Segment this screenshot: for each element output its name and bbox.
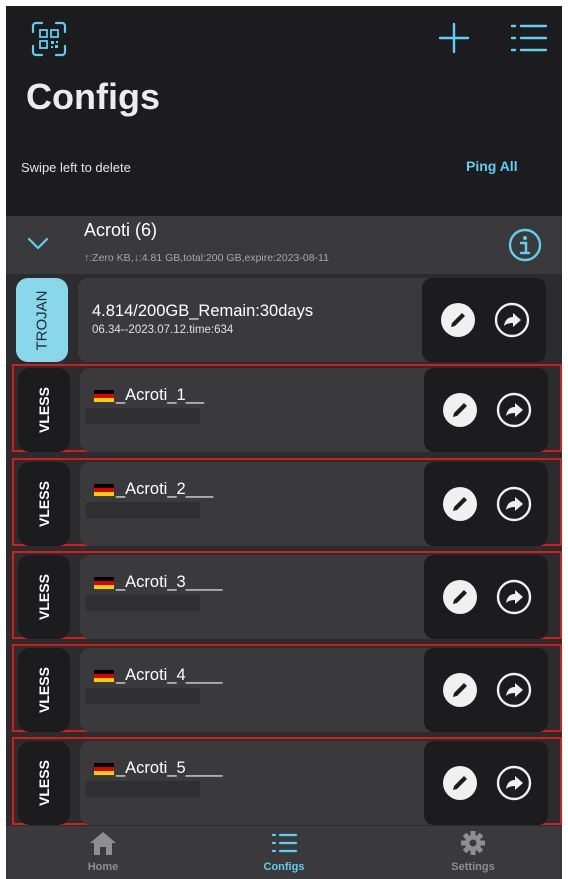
- tab-home[interactable]: Home: [28, 826, 178, 879]
- share-button[interactable]: [496, 672, 532, 708]
- tab-settings[interactable]: Settings: [398, 826, 548, 879]
- edit-button[interactable]: [442, 765, 478, 801]
- protocol-tag: VLESS: [18, 368, 70, 452]
- protocol-tag: VLESS: [18, 462, 70, 546]
- tab-label: Home: [87, 861, 119, 873]
- config-name-text: _Acroti_5____: [116, 759, 223, 777]
- protocol-label: VLESS: [36, 481, 52, 527]
- redacted-detail: [86, 688, 200, 704]
- share-button[interactable]: [496, 579, 532, 615]
- config-row[interactable]: VLESS _Acroti_1__: [12, 364, 562, 452]
- redacted-detail: [86, 502, 200, 518]
- config-name-text: _Acroti_4____: [116, 666, 223, 684]
- redacted-detail: [86, 781, 200, 797]
- config-name: _Acroti_4____: [94, 666, 222, 685]
- protocol-tag: VLESS: [18, 741, 70, 825]
- redacted-detail: [86, 595, 200, 611]
- config-name: 4.814/200GB_Remain:30days: [92, 302, 314, 320]
- tab-label: Configs: [263, 861, 305, 873]
- group-stats: ↑:Zero KB,↓:4.81 GB,total:200 GB,expire:…: [84, 252, 329, 264]
- tab-bar: Home Configs Settings: [6, 826, 562, 879]
- config-row[interactable]: VLESS _Acroti_5____: [12, 737, 562, 825]
- list-icon: [271, 833, 298, 853]
- protocol-label: VLESS: [36, 387, 52, 433]
- protocol-tag: VLESS: [18, 648, 70, 732]
- config-name: _Acroti_1__: [94, 386, 204, 405]
- header: Configs Swipe left to delete Ping All: [6, 6, 562, 216]
- protocol-label: VLESS: [36, 760, 52, 806]
- germany-flag-icon: [94, 483, 114, 496]
- protocol-label: VLESS: [36, 667, 52, 713]
- tab-configs[interactable]: Configs: [209, 826, 359, 879]
- menu-list-icon[interactable]: [510, 20, 548, 56]
- config-name: _Acroti_3____: [94, 573, 222, 592]
- protocol-label: TROJAN: [33, 290, 51, 350]
- share-button[interactable]: [496, 486, 532, 522]
- config-name-text: _Acroti_1__: [116, 386, 205, 404]
- config-row[interactable]: VLESS _Acroti_2___: [12, 458, 562, 546]
- config-row[interactable]: VLESS _Acroti_4____: [12, 644, 562, 732]
- share-button[interactable]: [496, 765, 532, 801]
- edit-button[interactable]: [442, 486, 478, 522]
- germany-flag-icon: [94, 576, 114, 589]
- protocol-tag: TROJAN: [16, 278, 68, 362]
- info-icon[interactable]: [508, 228, 542, 262]
- config-detail: 06.34--2023.07.12.time:634: [92, 324, 234, 336]
- edit-button[interactable]: [442, 579, 478, 615]
- config-name-text: _Acroti_2___: [116, 480, 214, 498]
- edit-button[interactable]: [442, 392, 478, 428]
- group-header[interactable]: Acroti (6) ↑:Zero KB,↓:4.81 GB,total:200…: [6, 216, 562, 274]
- germany-flag-icon: [94, 389, 114, 402]
- config-row[interactable]: TROJAN 4.814/200GB_Remain:30days 06.34--…: [6, 276, 562, 364]
- edit-button[interactable]: [440, 302, 476, 338]
- share-button[interactable]: [494, 302, 530, 338]
- tab-label: Settings: [451, 861, 495, 873]
- gear-icon: [461, 831, 485, 855]
- config-name: _Acroti_5____: [94, 759, 222, 778]
- add-config-button[interactable]: [436, 20, 472, 56]
- swipe-hint: Swipe left to delete: [21, 160, 131, 175]
- config-name-text: _Acroti_3____: [116, 573, 223, 591]
- edit-button[interactable]: [442, 672, 478, 708]
- share-button[interactable]: [496, 392, 532, 428]
- qr-scan-icon[interactable]: [30, 20, 68, 58]
- ping-all-button[interactable]: Ping All: [466, 158, 518, 174]
- config-row[interactable]: VLESS _Acroti_3____: [12, 551, 562, 639]
- config-name: _Acroti_2___: [94, 480, 213, 499]
- redacted-detail: [86, 408, 200, 424]
- protocol-tag: VLESS: [18, 555, 70, 639]
- group-title: Acroti (6): [84, 220, 158, 240]
- chevron-down-icon[interactable]: [26, 234, 50, 252]
- home-icon: [90, 832, 116, 855]
- germany-flag-icon: [94, 762, 114, 775]
- germany-flag-icon: [94, 669, 114, 682]
- page-title: Configs: [26, 76, 160, 117]
- app-screen: Configs Swipe left to delete Ping All Ac…: [6, 6, 562, 879]
- protocol-label: VLESS: [36, 574, 52, 620]
